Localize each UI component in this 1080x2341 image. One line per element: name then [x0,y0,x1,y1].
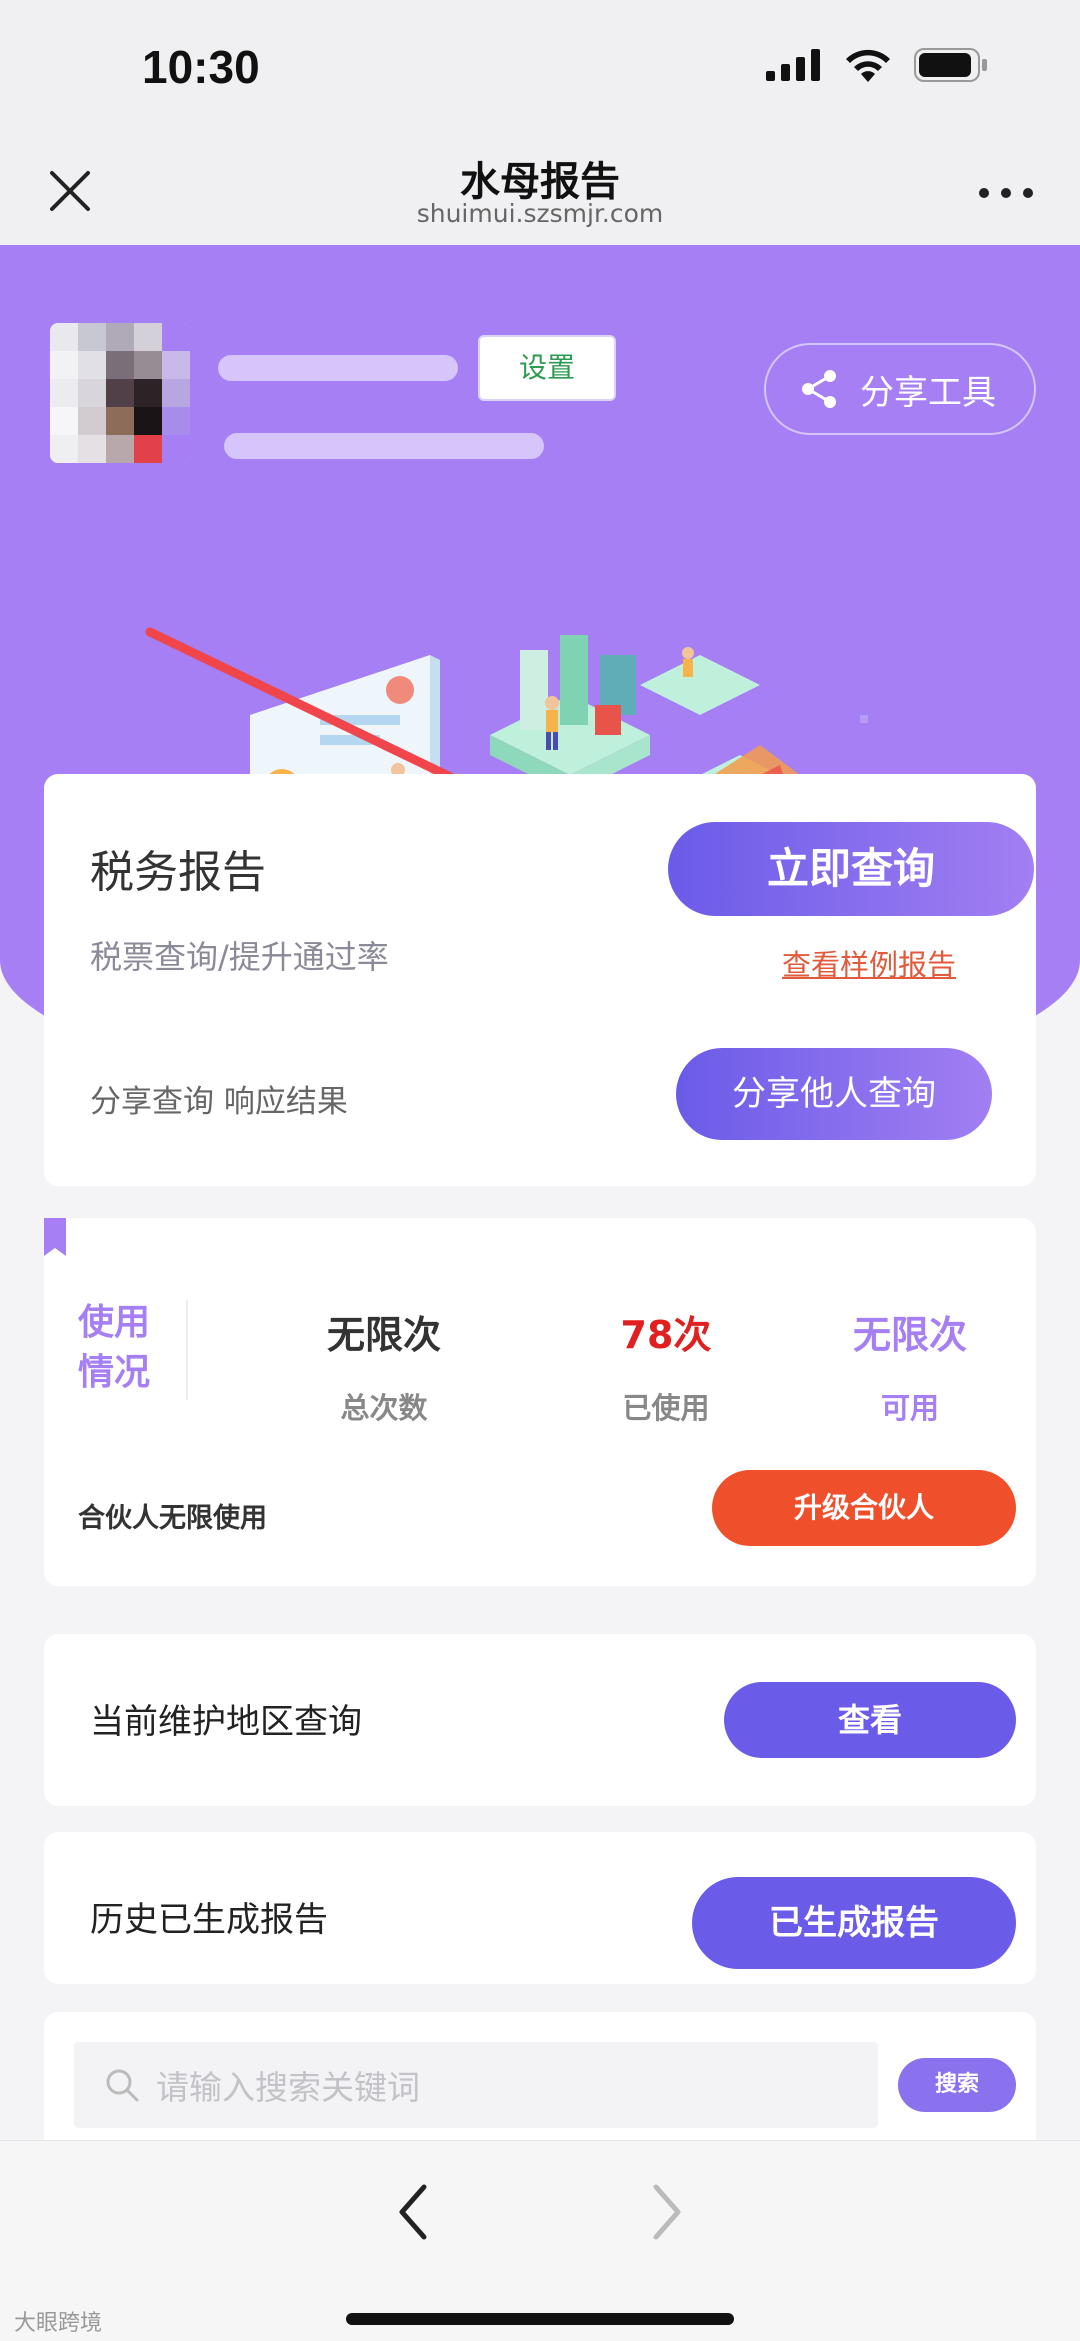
report-subtitle: 税票查询/提升通过率 [90,938,389,976]
home-indicator[interactable] [346,2313,734,2325]
status-bar: 10:30 [0,0,1080,145]
page-url: shuimui.szsmjr.com [416,199,664,228]
stat-available-label: 可用 [880,1391,939,1425]
back-chevron-icon[interactable] [388,2177,438,2247]
share-query-text: 分享查询 响应结果 [90,1084,348,1120]
search-placeholder: 请输入搜索关键词 [156,2068,420,2107]
share-others-query-button[interactable]: 分享他人查询 [676,1048,992,1140]
search-icon [106,2069,139,2102]
phone-blurred [224,433,544,459]
region-query-text: 当前维护地区查询 [90,1702,362,1742]
share-icon [802,370,836,408]
share-tool-button[interactable]: 分享工具 [764,343,1036,435]
partner-text: 合伙人无限使用 [78,1503,267,1534]
view-button[interactable]: 查看 [724,1682,1016,1758]
avatar[interactable] [50,323,190,463]
more-icon[interactable] [976,183,1036,203]
share-tool-label: 分享工具 [860,372,996,413]
bookmark-icon [44,1218,66,1256]
stat-available: 无限次 可用 [790,1304,1030,1427]
nav-bar: 水母报告 shuimui.szsmjr.com [0,145,1080,245]
wifi-icon [846,49,890,82]
settings-button[interactable]: 设置 [478,335,616,401]
region-query-card: 当前维护地区查询 查看 [44,1634,1036,1806]
tax-report-card: 税务报告 税票查询/提升通过率 立即查询 查看样例报告 分享查询 响应结果 分享… [44,774,1036,1186]
status-icons [766,48,988,82]
stat-used-label: 已使用 [622,1391,710,1425]
stat-total-label: 总次数 [340,1391,428,1425]
status-time: 10:30 [142,41,260,93]
generated-reports-button[interactable]: 已生成报告 [692,1877,1016,1969]
usage-label-line2: 情况 [78,1352,151,1393]
battery-icon [914,48,987,82]
usage-label-line1: 使用 [78,1302,151,1343]
browser-bottom-bar: 大眼跨境 [0,2140,1080,2341]
stat-available-value: 无限次 [852,1313,967,1357]
watermark: 大眼跨境 [14,2311,103,2336]
search-card: 请输入搜索关键词 搜索 [44,2012,1036,2142]
signal-icon [766,49,820,81]
username-blurred [218,355,458,381]
usage-divider [186,1300,188,1400]
stat-total: 无限次 总次数 [264,1304,504,1427]
history-report-card: 历史已生成报告 已生成报告 [44,1832,1036,1984]
search-button[interactable]: 搜索 [898,2058,1016,2112]
upgrade-partner-button[interactable]: 升级合伙人 [712,1470,1016,1546]
stat-used-value: 78次 [620,1313,712,1357]
stat-total-value: 无限次 [326,1313,441,1357]
query-now-button[interactable]: 立即查询 [668,822,1034,916]
report-title: 税务报告 [90,847,266,898]
sample-report-link[interactable]: 查看样例报告 [782,942,956,984]
usage-label: 使用 情况 [78,1298,158,1398]
usage-card: 使用 情况 无限次 总次数 78次 已使用 无限次 可用 合伙人无限使用 升级合… [44,1218,1036,1586]
history-report-text: 历史已生成报告 [90,1900,328,1940]
forward-chevron-icon[interactable] [642,2177,692,2247]
search-input[interactable]: 请输入搜索关键词 [74,2042,878,2128]
stat-used: 78次 已使用 [546,1304,786,1427]
